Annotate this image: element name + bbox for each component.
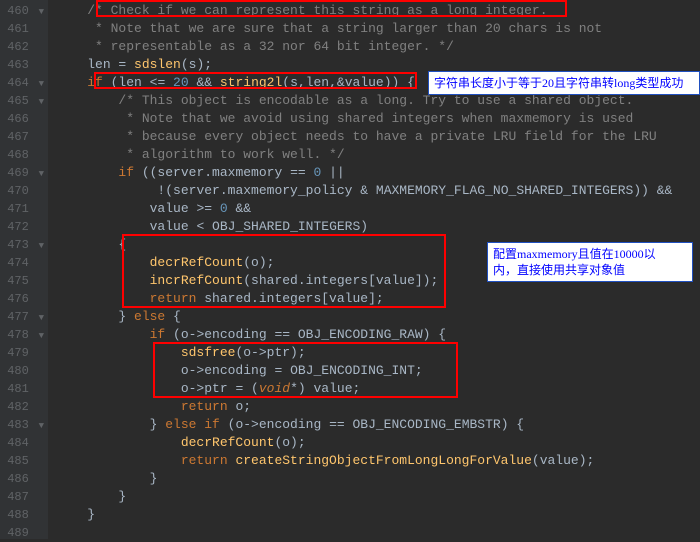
gutter-line[interactable]: 467 xyxy=(0,128,44,146)
code-line: * Note that we avoid using shared intege… xyxy=(56,110,700,128)
gutter-line[interactable]: 471 xyxy=(0,200,44,218)
code-line: * because every object needs to have a p… xyxy=(56,128,700,146)
code-line: if ((server.maxmemory == 0 || xyxy=(56,164,700,182)
gutter-line[interactable]: 462 xyxy=(0,38,44,56)
gutter-line[interactable]: 489 xyxy=(0,524,44,542)
gutter-line[interactable]: 479 xyxy=(0,344,44,362)
code-line: o->encoding = OBJ_ENCODING_INT; xyxy=(56,362,700,380)
gutter-line[interactable]: 474 xyxy=(0,254,44,272)
code-line: !(server.maxmemory_policy & MAXMEMORY_FL… xyxy=(56,182,700,200)
fold-icon[interactable]: ▼ xyxy=(36,165,44,183)
gutter-line[interactable]: 470 xyxy=(0,182,44,200)
gutter-line[interactable]: 476 xyxy=(0,290,44,308)
gutter-line[interactable]: 475 xyxy=(0,272,44,290)
code-line: } else { xyxy=(56,308,700,326)
gutter-line[interactable]: 466 xyxy=(0,110,44,128)
gutter-line[interactable]: 488 xyxy=(0,506,44,524)
code-line xyxy=(56,524,700,542)
code-line: /* Check if we can represent this string… xyxy=(56,2,700,20)
code-line: sdsfree(o->ptr); xyxy=(56,344,700,362)
gutter-line[interactable]: 485 xyxy=(0,452,44,470)
code-line: if (o->encoding == OBJ_ENCODING_RAW) { xyxy=(56,326,700,344)
fold-icon[interactable]: ▼ xyxy=(36,237,44,255)
gutter-line[interactable]: 472 xyxy=(0,218,44,236)
code-line: * algorithm to work well. */ xyxy=(56,146,700,164)
gutter-line[interactable]: 469 ▼ xyxy=(0,164,44,182)
annotation-1: 字符串长度小于等于20且字符串转long类型成功 xyxy=(428,71,700,95)
gutter-line[interactable]: 465 ▼ xyxy=(0,92,44,110)
gutter-line[interactable]: 486 xyxy=(0,470,44,488)
code-line: } xyxy=(56,488,700,506)
fold-icon[interactable]: ▼ xyxy=(36,75,44,93)
gutter-line[interactable]: 482 xyxy=(0,398,44,416)
code-line: return shared.integers[value]; xyxy=(56,290,700,308)
gutter-line[interactable]: 483 ▼ xyxy=(0,416,44,434)
code-line: return createStringObjectFromLongLongFor… xyxy=(56,452,700,470)
code-line: value >= 0 && xyxy=(56,200,700,218)
fold-icon[interactable]: ▼ xyxy=(36,327,44,345)
code-line: * Note that we are sure that a string la… xyxy=(56,20,700,38)
fold-icon[interactable]: ▼ xyxy=(36,309,44,327)
gutter-line[interactable]: 477 ▼ xyxy=(0,308,44,326)
gutter-line[interactable]: 478 ▼ xyxy=(0,326,44,344)
code-line: value < OBJ_SHARED_INTEGERS) xyxy=(56,218,700,236)
annotation-2: 配置maxmemory且值在10000以 内，直接使用共享对象值 xyxy=(487,242,693,282)
gutter-line[interactable]: 460 ▼ xyxy=(0,2,44,20)
gutter-line[interactable]: 461 xyxy=(0,20,44,38)
fold-icon[interactable]: ▼ xyxy=(36,3,44,21)
gutter-line[interactable]: 480 xyxy=(0,362,44,380)
code-line: * representable as a 32 nor 64 bit integ… xyxy=(56,38,700,56)
code-line: decrRefCount(o); xyxy=(56,434,700,452)
code-line: } xyxy=(56,506,700,524)
gutter-line[interactable]: 484 xyxy=(0,434,44,452)
gutter-line[interactable]: 481 xyxy=(0,380,44,398)
code-line: o->ptr = (void*) value; xyxy=(56,380,700,398)
gutter-line[interactable]: 468 xyxy=(0,146,44,164)
fold-icon[interactable]: ▼ xyxy=(36,93,44,111)
fold-icon[interactable]: ▼ xyxy=(36,417,44,435)
line-gutter: 460 ▼461 462 463 464 ▼465 ▼466 467 468 4… xyxy=(0,0,48,539)
code-line: } else if (o->encoding == OBJ_ENCODING_E… xyxy=(56,416,700,434)
gutter-line[interactable]: 464 ▼ xyxy=(0,74,44,92)
gutter-line[interactable]: 463 xyxy=(0,56,44,74)
code-line: return o; xyxy=(56,398,700,416)
code-line: } xyxy=(56,470,700,488)
gutter-line[interactable]: 473 ▼ xyxy=(0,236,44,254)
gutter-line[interactable]: 487 xyxy=(0,488,44,506)
